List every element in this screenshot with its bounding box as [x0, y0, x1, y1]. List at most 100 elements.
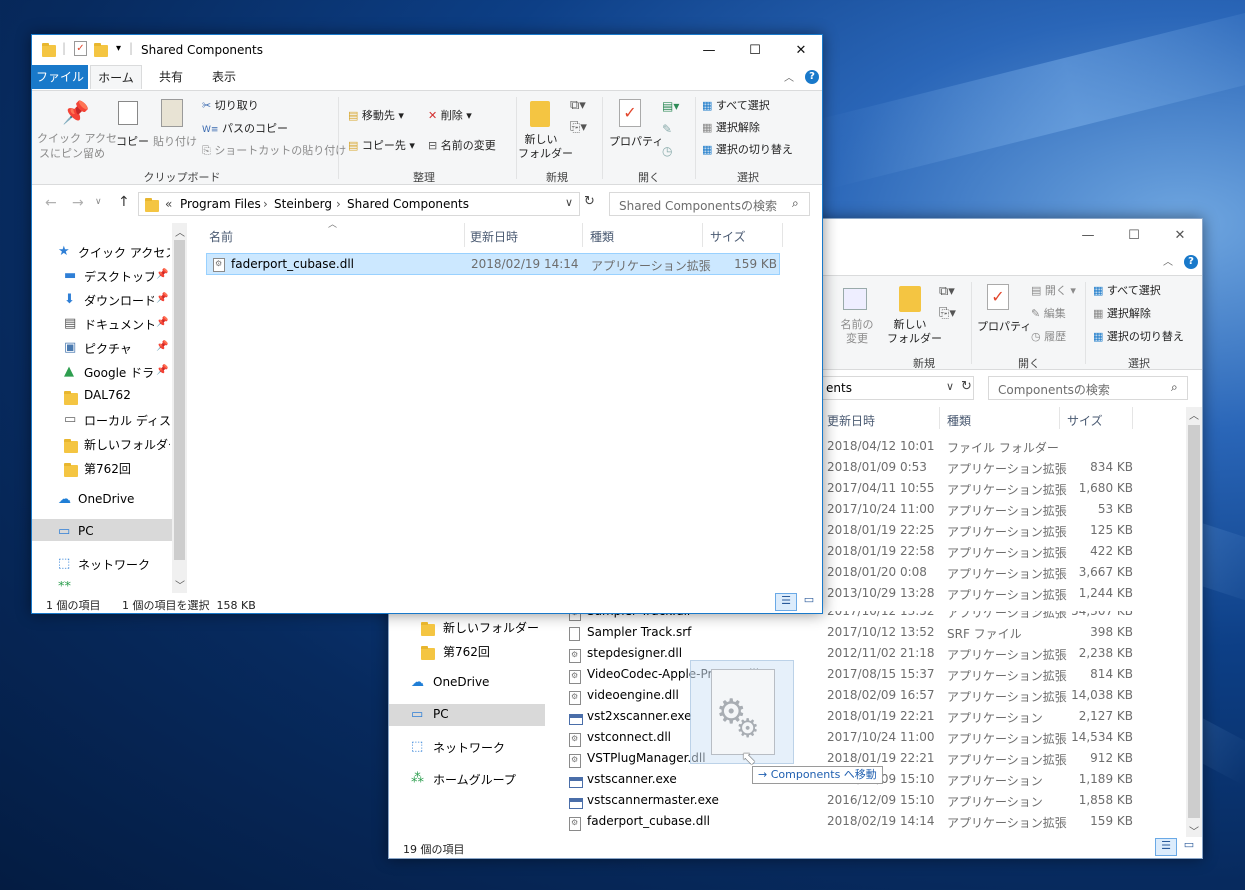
refresh-icon[interactable]: ↻ — [584, 194, 595, 209]
table-row[interactable]: 2018/01/19 22:58 アプリケーション拡張 422 KB — [825, 544, 1185, 564]
scroll-up-icon[interactable]: ︿ — [175, 224, 185, 239]
scroll-down-icon[interactable]: ﹀ — [1189, 823, 1199, 838]
history-icon[interactable]: ◷ — [662, 144, 672, 158]
tab-home[interactable]: ホーム — [90, 65, 142, 89]
help-icon[interactable]: ? — [1184, 255, 1198, 269]
nav-item[interactable]: ⬚ ネットワーク — [389, 736, 545, 758]
table-row[interactable]: faderport_cubase.dll 2018/02/19 14:14 アプリケ… — [565, 814, 1185, 834]
move-to-button[interactable]: ▤ 移動先 ▾ — [348, 107, 404, 123]
paste-shortcut-button[interactable]: ⎘ ショートカットの貼り付け — [202, 142, 346, 158]
nav-item[interactable]: ☁ OneDrive — [389, 672, 545, 694]
nav-item[interactable]: DAL762 — [32, 385, 170, 407]
rename-button[interactable]: ⊟ 名前の変更 — [428, 137, 496, 153]
select-all-button[interactable]: ▦ すべて選択 — [702, 97, 770, 113]
open-icon[interactable]: ▤▾ — [662, 99, 679, 113]
pin-icon[interactable]: 📌 — [156, 317, 168, 328]
close-button[interactable]: ✕ — [1157, 221, 1202, 249]
nav-item[interactable]: ⬚ ネットワーク — [32, 553, 170, 575]
tab-view[interactable]: 表示 — [200, 65, 248, 89]
properties-qat-icon[interactable]: ✓ — [74, 41, 87, 56]
edit-button[interactable]: ✎ 編集 — [1031, 305, 1066, 321]
column-header-type[interactable]: 種類 — [590, 228, 614, 245]
new-item-icon[interactable]: ⧉▾ — [570, 98, 586, 113]
column-header-name[interactable]: 名前 — [209, 228, 233, 245]
select-none-button[interactable]: ▦ 選択解除 — [702, 119, 760, 135]
large-icons-view-icon[interactable]: ▭ — [1179, 838, 1199, 856]
address-dropdown-icon[interactable]: ∨ — [946, 380, 954, 393]
new-folder-button[interactable]: 新しい フォルダー — [887, 318, 942, 346]
pin-icon[interactable]: 📌 — [156, 341, 168, 352]
maximize-button[interactable]: ☐ — [732, 36, 778, 64]
column-header-date[interactable]: 更新日時 — [827, 412, 875, 429]
column-header-date[interactable]: 更新日時 — [470, 228, 518, 245]
forward-arrow-icon[interactable]: → — [72, 195, 84, 211]
table-row[interactable]: vst2xscanner.exe 2018/01/19 22:21 アプリケーション… — [565, 709, 1185, 729]
search-box[interactable]: Shared Componentsの検索 ⌕ — [609, 192, 810, 216]
address-dropdown-icon[interactable]: ∨ — [565, 196, 573, 209]
open-button[interactable]: ▤ 開く ▾ — [1031, 282, 1076, 298]
nav-item[interactable]: ⁂ ホームグループ — [389, 768, 545, 790]
nav-scrollbar[interactable]: ︿ ﹀ — [172, 223, 187, 593]
nav-item[interactable]: 第762回 — [32, 457, 170, 479]
table-row[interactable]: Sampler Track.srf 2017/10/12 13:52 SRF ファイ… — [565, 625, 1185, 645]
table-row[interactable]: faderport_cubase.dll 2018/02/19 14:14 アプ… — [206, 253, 780, 275]
nav-item[interactable]: ⬇ ダウンロード 📌 — [32, 289, 170, 311]
nav-item[interactable]: ▭ PC — [32, 521, 170, 543]
invert-selection-button[interactable]: ▦ 選択の切り替え — [702, 141, 793, 157]
nav-item[interactable]: ▬ デスクトップ 📌 — [32, 265, 170, 287]
breadcrumb-chevron[interactable]: › — [263, 197, 268, 211]
refresh-icon[interactable]: ↻ — [961, 379, 972, 394]
minimize-button[interactable]: — — [686, 36, 732, 64]
tab-file[interactable]: ファイル — [32, 65, 88, 89]
scroll-thumb[interactable] — [1188, 425, 1200, 818]
search-box[interactable]: Componentsの検索 ⌕ — [988, 376, 1188, 400]
nav-item[interactable]: ▲ Google ドライブ📌 — [32, 361, 170, 383]
ribbon-collapse-icon[interactable]: ︿ — [784, 69, 794, 84]
breadcrumb-overflow[interactable]: « — [165, 197, 172, 211]
easy-access-icon[interactable]: ⎘▾ — [570, 120, 587, 135]
copy-path-button[interactable]: W≡ パスのコピー — [202, 120, 288, 136]
pin-icon[interactable]: 📌 — [156, 365, 168, 376]
new-folder-qat-icon[interactable] — [94, 42, 108, 57]
select-all-button[interactable]: ▦ すべて選択 — [1093, 282, 1161, 298]
large-icons-view-icon[interactable]: ▭ — [799, 593, 819, 611]
new-folder-button[interactable]: 新しい フォルダー — [518, 133, 573, 161]
help-icon[interactable]: ? — [805, 70, 819, 84]
nav-item[interactable]: 新しいフォルダー — [389, 616, 545, 638]
table-row[interactable]: VideoCodec-Apple-ProRes.dll2017/08/15 15… — [565, 667, 1185, 687]
minimize-button[interactable]: — — [1065, 221, 1111, 249]
nav-item[interactable]: ▣ ピクチャ 📌 — [32, 337, 170, 359]
column-header-size[interactable]: サイズ — [710, 228, 746, 245]
maximize-button[interactable]: ☐ — [1111, 221, 1157, 249]
new-item-icon[interactable]: ⧉▾ — [939, 284, 955, 299]
cut-button[interactable]: ✂ 切り取り — [202, 97, 259, 113]
copy-to-button[interactable]: ▤ コピー先 ▾ — [348, 137, 415, 153]
properties-button[interactable]: プロパティ — [977, 318, 1031, 334]
table-row[interactable]: 2017/10/24 11:00 アプリケーション拡張 53 KB — [825, 502, 1185, 522]
nav-item[interactable]: ▭ PC — [389, 704, 545, 726]
table-row[interactable]: stepdesigner.dll 2012/11/02 21:18 アプリケーション… — [565, 646, 1185, 666]
edit-icon[interactable]: ✎ — [662, 122, 672, 136]
breadcrumb-steinberg[interactable]: Steinberg — [274, 197, 332, 211]
pin-icon[interactable]: 📌 — [156, 293, 168, 304]
up-arrow-icon[interactable]: ↑ — [118, 194, 130, 210]
tab-share[interactable]: 共有 — [146, 65, 196, 89]
nav-item[interactable]: 第762回 — [389, 640, 545, 662]
recent-dropdown-icon[interactable]: ∨ — [95, 197, 102, 207]
table-row[interactable]: 2018/01/19 22:25 アプリケーション拡張 125 KB — [825, 523, 1185, 543]
qat-dropdown-icon[interactable]: ▾ — [116, 43, 121, 54]
details-view-icon[interactable]: ☰ — [1155, 838, 1177, 856]
nav-item[interactable]: 新しいフォルダー — [32, 433, 170, 455]
column-header-size[interactable]: サイズ — [1067, 412, 1103, 429]
scroll-thumb[interactable] — [174, 240, 185, 560]
paste-button[interactable]: 貼り付け — [153, 133, 197, 149]
scroll-up-icon[interactable]: ︿ — [1189, 407, 1199, 422]
pin-icon[interactable]: 📌 — [156, 269, 168, 280]
table-row[interactable]: 2018/01/09 0:53 アプリケーション拡張 834 KB — [825, 460, 1185, 480]
nav-item[interactable]: ★ クイック アクセス — [32, 241, 170, 263]
breadcrumb-program-files[interactable]: Program Files — [180, 197, 261, 211]
breadcrumb-chevron[interactable]: › — [336, 197, 341, 211]
scroll-down-icon[interactable]: ﹀ — [175, 577, 185, 592]
table-row[interactable]: vstscannermaster.exe 2016/12/09 15:10 アプリケ… — [565, 793, 1185, 813]
copy-button[interactable]: コピー — [116, 133, 149, 149]
